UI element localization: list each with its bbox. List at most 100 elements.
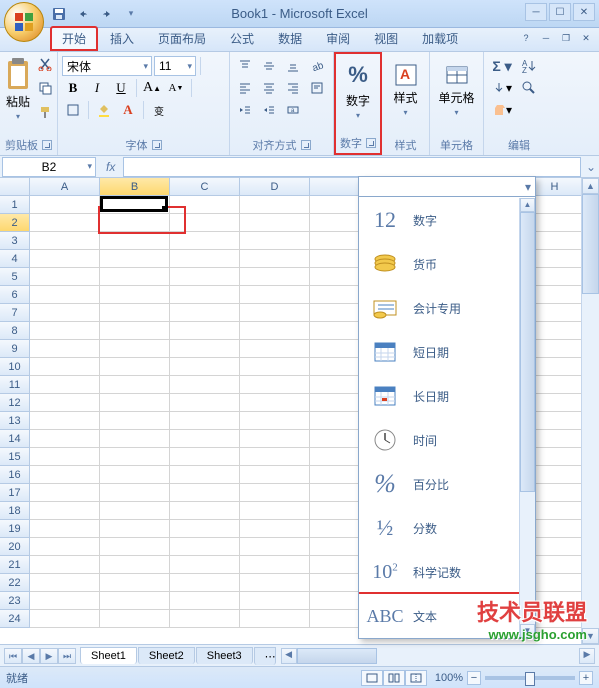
clear-button[interactable]: ▾ [488, 100, 516, 120]
cell[interactable] [170, 484, 240, 502]
cell[interactable] [30, 556, 100, 574]
row-header[interactable]: 1 [0, 196, 30, 214]
cell[interactable] [100, 250, 170, 268]
cell[interactable] [30, 286, 100, 304]
tab-insert[interactable]: 插入 [98, 26, 146, 51]
cell[interactable] [240, 304, 310, 322]
align-right-button[interactable] [282, 78, 304, 98]
cell[interactable] [170, 232, 240, 250]
doc-restore-button[interactable]: ❐ [557, 30, 575, 46]
cell[interactable] [100, 502, 170, 520]
row-header[interactable]: 24 [0, 610, 30, 628]
column-header[interactable]: A [30, 178, 100, 196]
row-header[interactable]: 20 [0, 538, 30, 556]
cell[interactable] [100, 556, 170, 574]
row-header[interactable]: 17 [0, 484, 30, 502]
row-header[interactable]: 5 [0, 268, 30, 286]
cell[interactable] [30, 304, 100, 322]
cell[interactable] [30, 520, 100, 538]
alignment-dialog-launcher[interactable] [301, 140, 311, 150]
increase-indent-button[interactable] [258, 100, 280, 120]
cell[interactable] [170, 268, 240, 286]
cell[interactable] [240, 556, 310, 574]
cell[interactable] [170, 340, 240, 358]
number-format-selected[interactable] [358, 176, 536, 197]
cell[interactable] [100, 430, 170, 448]
sheet-prev-button[interactable]: ◀ [22, 648, 40, 664]
cell[interactable] [240, 520, 310, 538]
increase-font-button[interactable]: A▲ [141, 78, 163, 98]
cell[interactable] [240, 484, 310, 502]
scroll-left-button[interactable]: ◀ [281, 648, 297, 664]
cell[interactable] [30, 214, 100, 232]
tab-review[interactable]: 审阅 [314, 26, 362, 51]
cell[interactable] [100, 358, 170, 376]
sheet-tab-2[interactable]: Sheet2 [138, 647, 195, 664]
row-header[interactable]: 13 [0, 412, 30, 430]
styles-button[interactable]: A 样式 ▾ [386, 54, 425, 124]
cell[interactable] [30, 574, 100, 592]
cell[interactable] [170, 412, 240, 430]
cell[interactable] [170, 250, 240, 268]
doc-close-button[interactable]: ✕ [577, 30, 595, 46]
cell[interactable] [240, 196, 310, 214]
cell[interactable] [240, 250, 310, 268]
number-format-item[interactable]: 时间 [359, 418, 535, 462]
maximize-button[interactable]: ☐ [549, 3, 571, 21]
italic-button[interactable]: I [86, 78, 108, 98]
formula-expand-button[interactable]: ⌄ [583, 160, 599, 174]
dropdown-scroll-down[interactable]: ▼ [520, 624, 535, 638]
sheet-tab-1[interactable]: Sheet1 [80, 647, 137, 664]
cell[interactable] [100, 466, 170, 484]
formula-input[interactable] [123, 157, 581, 177]
dropdown-scroll-thumb[interactable] [520, 212, 535, 492]
row-header[interactable]: 22 [0, 574, 30, 592]
cell[interactable] [170, 286, 240, 304]
find-select-button[interactable] [518, 78, 540, 98]
cell[interactable] [100, 268, 170, 286]
fx-button[interactable]: fx [98, 160, 123, 174]
cell[interactable] [170, 538, 240, 556]
cell[interactable] [240, 412, 310, 430]
cells-button[interactable]: 单元格 ▾ [434, 54, 479, 124]
column-header[interactable]: D [240, 178, 310, 196]
dropdown-scroll-up[interactable]: ▲ [520, 198, 535, 212]
row-header[interactable]: 8 [0, 322, 30, 340]
page-layout-view-button[interactable] [383, 670, 405, 686]
number-format-item[interactable]: ½分数 [359, 506, 535, 550]
wrap-text-button[interactable] [306, 78, 328, 98]
cell[interactable] [30, 394, 100, 412]
zoom-slider[interactable] [485, 676, 575, 680]
cell[interactable] [30, 376, 100, 394]
number-format-item[interactable]: ABC文本 [359, 592, 535, 638]
cell[interactable] [100, 286, 170, 304]
normal-view-button[interactable] [361, 670, 383, 686]
align-bottom-button[interactable] [282, 56, 304, 76]
fill-color-button[interactable] [93, 100, 115, 120]
cell[interactable] [30, 538, 100, 556]
clipboard-dialog-launcher[interactable] [42, 140, 52, 150]
cut-button[interactable] [34, 54, 56, 74]
zoom-in-button[interactable]: + [579, 671, 593, 685]
cell[interactable] [240, 574, 310, 592]
cell[interactable] [30, 340, 100, 358]
font-size-select[interactable]: 11 [154, 56, 196, 76]
cell[interactable] [30, 412, 100, 430]
cell[interactable] [170, 466, 240, 484]
cell[interactable] [30, 322, 100, 340]
cell[interactable] [170, 430, 240, 448]
number-format-item[interactable]: 12数字 [359, 198, 535, 242]
align-left-button[interactable] [234, 78, 256, 98]
office-button[interactable] [4, 2, 44, 42]
cell[interactable] [170, 556, 240, 574]
copy-button[interactable] [34, 78, 56, 98]
tab-home[interactable]: 开始 [50, 26, 98, 51]
font-dialog-launcher[interactable] [152, 140, 162, 150]
number-format-item[interactable]: 102科学记数 [359, 550, 535, 594]
zoom-out-button[interactable]: − [467, 671, 481, 685]
cell[interactable] [170, 520, 240, 538]
redo-button[interactable] [98, 5, 116, 23]
cell[interactable] [100, 232, 170, 250]
cell[interactable] [170, 358, 240, 376]
row-header[interactable]: 11 [0, 376, 30, 394]
